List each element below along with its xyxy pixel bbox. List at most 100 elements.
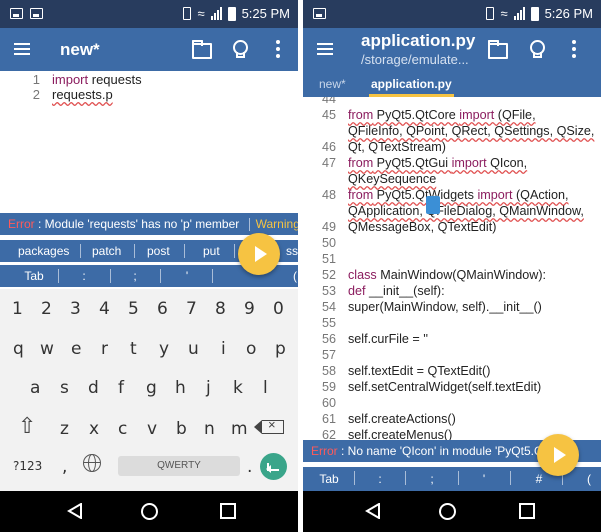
key-4[interactable]: 4: [99, 299, 110, 319]
key-v[interactable]: v: [147, 419, 157, 439]
key-z[interactable]: z: [60, 419, 69, 439]
error-label: Error: [8, 217, 35, 231]
backspace-icon[interactable]: ×: [254, 417, 284, 434]
suggestion-item[interactable]: ss: [286, 240, 298, 262]
tab-key[interactable]: Tab: [317, 467, 341, 491]
folder-icon[interactable]: [192, 40, 212, 59]
menu-icon[interactable]: [14, 43, 30, 55]
symbols-key[interactable]: ?123: [13, 459, 42, 473]
symbol-key[interactable]: (: [286, 265, 298, 287]
lint-message-bar[interactable]: Error : Module 'requests' has no 'p' mem…: [0, 213, 298, 235]
key-f[interactable]: f: [118, 378, 124, 398]
recent-apps-icon[interactable]: [220, 503, 236, 519]
space-bar[interactable]: QWERTY: [118, 456, 240, 476]
menu-icon[interactable]: [317, 43, 333, 55]
code-text: QKeySequence: [348, 172, 437, 186]
key-t[interactable]: t: [130, 339, 137, 359]
home-icon[interactable]: [439, 503, 456, 520]
suggestion-item[interactable]: packages: [18, 240, 69, 262]
line-number: 48: [321, 188, 336, 202]
suggestion-item[interactable]: post: [147, 240, 170, 262]
key-2[interactable]: 2: [41, 299, 52, 319]
key-a[interactable]: a: [30, 378, 40, 398]
key-y[interactable]: y: [159, 339, 169, 359]
line-number: 49: [321, 220, 336, 234]
error-message: : No name 'QIcon' in module 'PyQt5.QtGu: [337, 444, 563, 458]
code-line: 50: [303, 235, 601, 251]
shift-icon[interactable]: ⇧: [18, 413, 36, 439]
key-w[interactable]: w: [40, 339, 54, 359]
code-text: self.curFile = '': [348, 332, 429, 346]
line-number: 44: [321, 97, 336, 106]
back-icon[interactable]: [365, 503, 381, 519]
code-line: 61 self.createActions(): [303, 411, 601, 427]
globe-icon[interactable]: [83, 454, 101, 472]
lightbulb-icon[interactable]: [230, 40, 248, 58]
text-cursor-handle[interactable]: [426, 196, 440, 214]
run-button[interactable]: [238, 233, 280, 275]
enter-icon[interactable]: [260, 453, 287, 480]
key-8[interactable]: 8: [215, 299, 226, 319]
key-5[interactable]: 5: [128, 299, 139, 319]
key-b[interactable]: b: [176, 419, 187, 439]
run-button[interactable]: [537, 434, 579, 476]
line-number: 59: [321, 380, 336, 394]
key-n[interactable]: n: [204, 419, 215, 439]
folder-icon[interactable]: [488, 40, 508, 59]
code-line: 48 from PyQt5.QtWidgets import (QAction,: [303, 187, 601, 203]
key-6[interactable]: 6: [157, 299, 168, 319]
key-l[interactable]: l: [263, 378, 268, 398]
home-icon[interactable]: [141, 503, 158, 520]
key-g[interactable]: g: [146, 378, 157, 398]
tab-application-py[interactable]: application.py: [369, 71, 454, 97]
key-u[interactable]: u: [188, 339, 199, 359]
line-number: 55: [321, 316, 336, 330]
key-h[interactable]: h: [175, 378, 186, 398]
tab-key[interactable]: Tab: [22, 265, 46, 287]
key-d[interactable]: d: [88, 378, 99, 398]
key-7[interactable]: 7: [186, 299, 197, 319]
more-options-icon[interactable]: [572, 40, 576, 58]
key-c[interactable]: c: [118, 419, 127, 439]
key-o[interactable]: o: [246, 339, 256, 359]
key-j[interactable]: j: [206, 378, 211, 398]
suggestion-item[interactable]: patch: [92, 240, 121, 262]
key-k[interactable]: k: [233, 378, 243, 398]
symbol-key[interactable]: :: [371, 467, 389, 491]
key-x[interactable]: x: [89, 419, 99, 439]
symbol-key[interactable]: :: [75, 265, 93, 287]
error-message: : Module 'requests' has no 'p' member: [34, 217, 240, 231]
period-key[interactable]: .: [247, 457, 252, 477]
tab-new[interactable]: new*: [319, 71, 346, 97]
key-e[interactable]: e: [71, 339, 81, 359]
symbol-key[interactable]: ': [475, 467, 493, 491]
key-1[interactable]: 1: [12, 299, 23, 319]
code-text: super(MainWindow, self).__init__(): [348, 300, 542, 314]
code-editor[interactable]: 1 import requests 2 requests.p: [0, 72, 298, 212]
file-title: new*: [60, 40, 100, 59]
key-i[interactable]: i: [221, 339, 226, 359]
code-line: 51: [303, 251, 601, 267]
symbol-key[interactable]: (: [580, 467, 598, 491]
key-9[interactable]: 9: [244, 299, 255, 319]
suggestion-item[interactable]: put: [203, 240, 220, 262]
system-nav-bar: [303, 491, 601, 532]
line-number: 2: [32, 87, 40, 102]
lightbulb-icon[interactable]: [527, 40, 545, 58]
key-r[interactable]: r: [101, 339, 108, 359]
comma-key[interactable]: ,: [62, 457, 67, 477]
wifi-icon: ≈: [197, 6, 205, 21]
back-icon[interactable]: [67, 503, 83, 519]
key-p[interactable]: p: [275, 339, 286, 359]
key-m[interactable]: m: [231, 419, 248, 439]
symbol-key[interactable]: ;: [126, 265, 144, 287]
key-q[interactable]: q: [13, 339, 24, 359]
key-3[interactable]: 3: [70, 299, 81, 319]
code-editor[interactable]: 44 45 from PyQt5.QtCore import (QFile, QFil…: [303, 97, 601, 440]
key-0[interactable]: 0: [273, 299, 284, 319]
symbol-key[interactable]: ': [178, 265, 196, 287]
more-options-icon[interactable]: [276, 40, 280, 58]
key-s[interactable]: s: [60, 378, 69, 398]
recent-apps-icon[interactable]: [519, 503, 535, 519]
symbol-key[interactable]: ;: [423, 467, 441, 491]
